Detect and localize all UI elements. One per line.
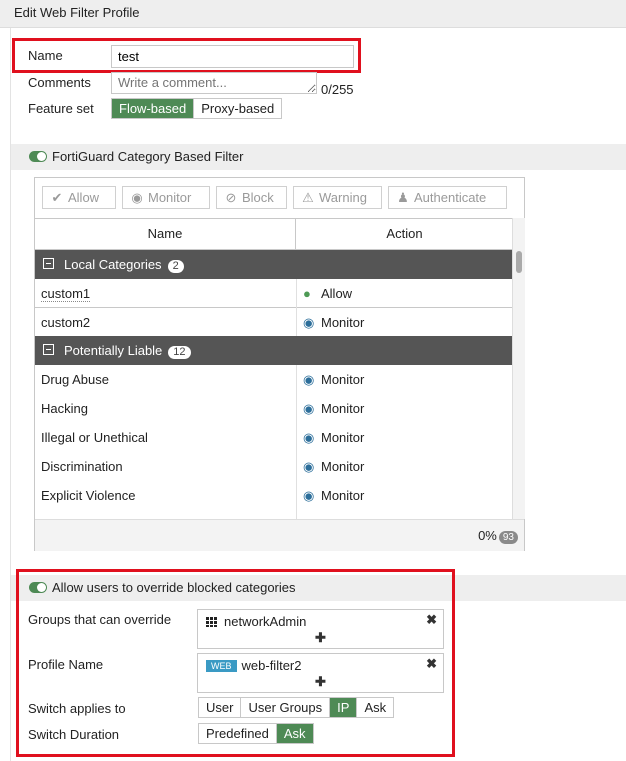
- row-action: Monitor: [321, 430, 365, 445]
- add-icon[interactable]: ✚: [315, 630, 326, 646]
- row-action: Monitor: [321, 401, 365, 416]
- switch-applies-ip-option[interactable]: IP: [330, 698, 358, 717]
- column-header-action[interactable]: Action: [297, 219, 512, 249]
- remove-icon[interactable]: ✖: [426, 656, 437, 672]
- profile-name-value: web-filter2: [241, 658, 302, 673]
- eye-icon: ◉: [303, 430, 315, 445]
- monitor-button[interactable]: ◉ Monitor: [122, 186, 210, 209]
- column-header-name[interactable]: Name: [35, 219, 296, 249]
- table-row[interactable]: Explicit Violence ◉ Monitor: [35, 481, 512, 510]
- authenticate-button-label: Authenticate: [414, 190, 487, 205]
- switch-duration-ask-option[interactable]: Ask: [276, 724, 313, 743]
- table-row[interactable]: custom1 ● Allow: [35, 279, 512, 308]
- comments-textarea[interactable]: [111, 72, 317, 94]
- eye-icon: ◉: [303, 459, 315, 474]
- eye-icon: ◉: [303, 401, 315, 416]
- user-icon: ♟: [397, 190, 409, 205]
- table-row[interactable]: custom2 ◉ Monitor: [35, 308, 512, 337]
- switch-applies-label: Switch applies to: [28, 701, 126, 716]
- fortiguard-toggle[interactable]: [29, 151, 47, 162]
- group-count-badge: 2: [167, 260, 184, 273]
- column-divider: [296, 279, 297, 336]
- category-table: ✔ Allow ◉ Monitor ⊘ Block ⚠ Warning ♟ Authent…: [34, 177, 525, 551]
- monitor-button-label: Monitor: [148, 190, 192, 205]
- switch-applies-user-option[interactable]: User: [199, 698, 242, 717]
- allow-button[interactable]: ✔ Allow: [42, 186, 116, 209]
- row-name: Drug Abuse: [41, 372, 109, 387]
- eye-icon: ◉: [303, 488, 315, 503]
- feature-set-label: Feature set: [28, 101, 94, 116]
- switch-duration-predefined-option[interactable]: Predefined: [199, 724, 277, 743]
- switch-duration-toggle: Predefined Ask: [198, 723, 314, 744]
- block-button[interactable]: ⊘ Block: [216, 186, 287, 209]
- comments-label: Comments: [28, 75, 91, 90]
- switch-duration-label: Switch Duration: [28, 727, 120, 742]
- fortiguard-label: FortiGuard Category Based Filter: [52, 149, 244, 164]
- row-name: custom1: [41, 286, 91, 302]
- group-local-categories[interactable]: Local Categories 2: [35, 250, 512, 279]
- profile-name-label: Profile Name: [28, 657, 104, 672]
- group-label: Potentially Liable: [64, 343, 163, 358]
- collapse-icon[interactable]: [43, 344, 54, 355]
- block-icon: ⊘: [225, 190, 237, 205]
- footer-total-badge: 93: [498, 531, 518, 544]
- page-left-edge: [10, 28, 11, 761]
- remove-icon[interactable]: ✖: [426, 612, 437, 628]
- eye-icon: ◉: [131, 190, 143, 205]
- feature-set-toggle: Flow-based Proxy-based: [111, 98, 283, 119]
- row-name: Illegal or Unethical: [41, 430, 148, 445]
- table-row[interactable]: Discrimination ◉ Monitor: [35, 452, 512, 481]
- allow-button-label: Allow: [68, 190, 100, 205]
- table-row[interactable]: Hacking ◉ Monitor: [35, 394, 512, 423]
- switch-applies-user-groups-option[interactable]: User Groups: [241, 698, 331, 717]
- profile-name-field[interactable]: WEB web-filter2 ✖ ✚: [197, 653, 444, 693]
- row-name: Discrimination: [41, 459, 123, 474]
- eye-icon: ◉: [303, 372, 315, 387]
- warning-button-label: Warning: [319, 190, 367, 205]
- scrollbar-thumb[interactable]: [516, 251, 522, 273]
- name-label: Name: [28, 48, 63, 63]
- row-action: Monitor: [321, 372, 365, 387]
- row-action: Allow: [321, 286, 353, 301]
- table-footer: 0% 93: [35, 519, 524, 551]
- row-action: Monitor: [321, 488, 365, 503]
- row-name: custom2: [41, 315, 91, 330]
- group-label: Local Categories: [64, 257, 162, 272]
- comments-counter: 0/255: [321, 82, 354, 97]
- row-action: Monitor: [321, 459, 365, 474]
- authenticate-button[interactable]: ♟ Authenticate: [388, 186, 507, 209]
- table-scrollbar[interactable]: [512, 218, 525, 519]
- name-input[interactable]: [111, 45, 354, 68]
- group-potentially-liable[interactable]: Potentially Liable 12: [35, 336, 512, 365]
- groups-override-value: networkAdmin: [224, 614, 307, 629]
- switch-applies-toggle: User User Groups IP Ask: [198, 697, 395, 718]
- title-bar: Edit Web Filter Profile: [0, 0, 626, 28]
- eye-icon: ◉: [303, 315, 315, 330]
- warning-icon: ⚠: [302, 190, 314, 205]
- switch-applies-ask-option[interactable]: Ask: [357, 698, 393, 717]
- group-count-badge: 12: [168, 346, 191, 359]
- add-icon[interactable]: ✚: [315, 674, 326, 690]
- feature-proxy-based-option[interactable]: Proxy-based: [194, 99, 281, 118]
- feature-flow-based-option[interactable]: Flow-based: [112, 99, 195, 118]
- footer-percentage: 0%: [478, 528, 497, 543]
- column-divider: [296, 365, 297, 519]
- table-row[interactable]: Illegal or Unethical ◉ Monitor: [35, 423, 512, 452]
- warning-button[interactable]: ⚠ Warning: [293, 186, 382, 209]
- table-header: Name Action: [35, 218, 512, 250]
- check-circle-icon: ●: [303, 286, 311, 301]
- groups-override-field[interactable]: networkAdmin ✖ ✚: [197, 609, 444, 649]
- check-circle-icon: ✔: [51, 190, 63, 205]
- row-action: Monitor: [321, 315, 365, 330]
- web-profile-tag: WEB: [206, 660, 237, 672]
- fortiguard-section-header: FortiGuard Category Based Filter: [11, 144, 626, 170]
- row-name: Hacking: [41, 401, 88, 416]
- page-title: Edit Web Filter Profile: [14, 5, 140, 20]
- row-name: Explicit Violence: [41, 488, 136, 503]
- group-grid-icon: [206, 617, 218, 627]
- collapse-icon[interactable]: [43, 258, 54, 269]
- block-button-label: Block: [242, 190, 274, 205]
- groups-override-label: Groups that can override: [28, 612, 172, 627]
- table-row[interactable]: Drug Abuse ◉ Monitor: [35, 365, 512, 394]
